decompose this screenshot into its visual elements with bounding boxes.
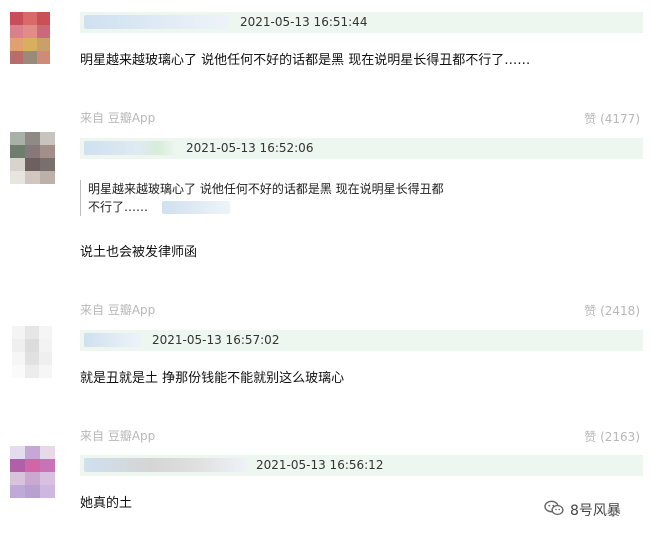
quote-line-end: 不行了…… bbox=[88, 200, 149, 214]
comment-timestamp: 2021-05-13 16:57:02 bbox=[152, 333, 280, 347]
comment-text: 明星越来越玻璃心了 说他任何不好的话都是黑 现在说明星长得丑都不行了…… bbox=[80, 53, 531, 68]
comment-text: 说土也会被发律师函 bbox=[80, 245, 198, 260]
vote-button[interactable]: 赞 (2418) bbox=[584, 303, 640, 319]
comment-text: 她真的土 bbox=[80, 496, 133, 511]
comment-timestamp: 2021-05-13 16:56:12 bbox=[256, 458, 384, 472]
avatar[interactable] bbox=[10, 132, 55, 184]
comment-source: 来自 豆瓣App bbox=[80, 303, 156, 317]
blurred-username[interactable] bbox=[84, 141, 176, 155]
watermark: 8号风暴 bbox=[544, 500, 621, 520]
comment-text: 就是丑就是土 挣那份钱能不能就别这么玻璃心 bbox=[80, 371, 345, 386]
quote-line: 不行了…… bbox=[88, 198, 444, 216]
blurred-quoted-username bbox=[162, 200, 231, 214]
blurred-username[interactable] bbox=[84, 333, 142, 347]
comment-timestamp: 2021-05-13 16:51:44 bbox=[240, 15, 368, 29]
quote-line: 明星越来越玻璃心了 说他任何不好的话都是黑 现在说明星长得丑都 bbox=[88, 182, 444, 196]
blurred-username[interactable] bbox=[84, 458, 248, 472]
vote-button[interactable]: 赞 (2163) bbox=[584, 429, 640, 445]
avatar[interactable] bbox=[10, 12, 50, 64]
wechat-icon bbox=[544, 500, 564, 520]
comment-timestamp: 2021-05-13 16:52:06 bbox=[186, 141, 314, 155]
blurred-username[interactable] bbox=[84, 15, 230, 29]
watermark-label: 8号风暴 bbox=[570, 503, 621, 519]
comment-source: 来自 豆瓣App bbox=[80, 111, 156, 125]
avatar[interactable] bbox=[10, 446, 55, 498]
avatar[interactable] bbox=[12, 326, 52, 378]
quoted-reply: 明星越来越玻璃心了 说他任何不好的话都是黑 现在说明星长得丑都 不行了…… bbox=[80, 180, 444, 216]
vote-button[interactable]: 赞 (4177) bbox=[584, 111, 640, 127]
comment-source: 来自 豆瓣App bbox=[80, 429, 156, 443]
